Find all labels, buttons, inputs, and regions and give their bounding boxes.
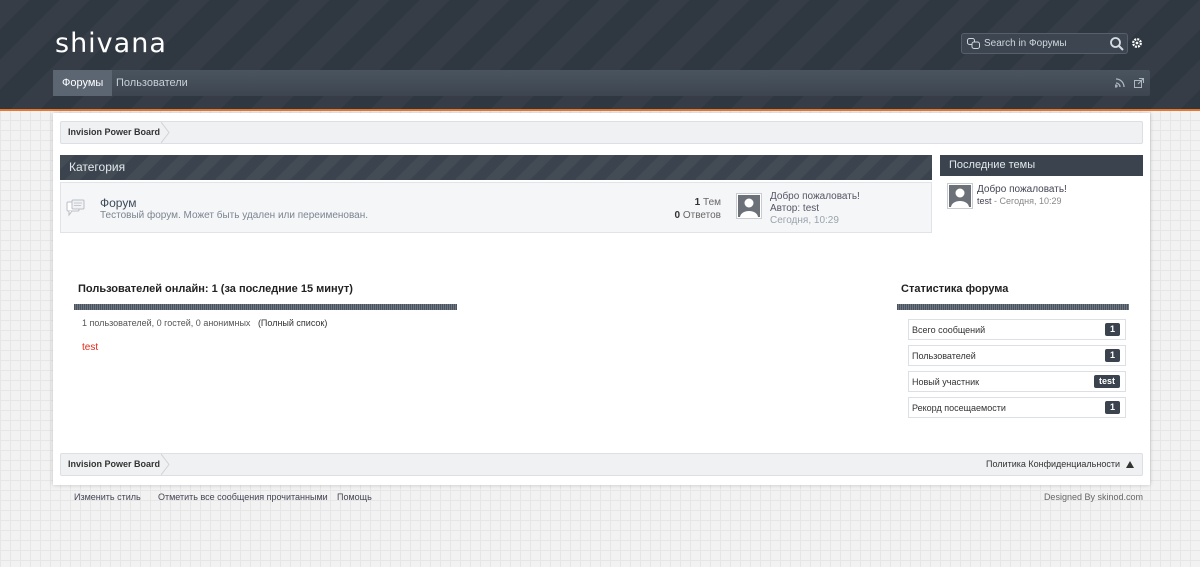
forum-row: Форум Тестовый форум. Может быть удален …: [60, 182, 932, 233]
forum-description: Тестовый форум. Может быть удален или пе…: [100, 210, 369, 221]
stat-label: Пользователей: [912, 351, 976, 361]
newest-member-link[interactable]: test: [1093, 375, 1120, 388]
breadcrumb-separator: [161, 454, 170, 475]
forum-stats-title: Статистика форума: [901, 283, 1009, 295]
category-header[interactable]: Категория: [60, 155, 932, 180]
avatar-icon: [738, 195, 760, 217]
online-counts: 1 пользователей, 0 гостей, 0 анонимных (…: [82, 318, 327, 328]
replies-count: 0: [674, 210, 681, 221]
help-link[interactable]: Помощь: [337, 492, 372, 502]
search-icon[interactable]: [1109, 36, 1125, 52]
latest-topic-avatar[interactable]: [947, 183, 973, 209]
change-style-link[interactable]: Изменить стиль: [74, 492, 141, 502]
stat-row-posts: Всего сообщений 1: [908, 319, 1126, 340]
rss-icon[interactable]: [1114, 78, 1125, 88]
tab-forums[interactable]: Форумы: [53, 70, 113, 96]
footer-breadcrumb: Invision Power Board Политика Конфиденци…: [60, 453, 1143, 476]
scope-icon[interactable]: [967, 38, 980, 49]
last-post-title[interactable]: Добро пожаловать!: [770, 191, 860, 203]
stat-value-badge: 1: [1104, 401, 1120, 414]
forum-read-icon: [66, 199, 85, 217]
last-post-info: Добро пожаловать! Автор: test Сегодня, 1…: [770, 191, 860, 227]
breadcrumb-separator: [161, 122, 170, 143]
privacy-policy-link[interactable]: Политика Конфиденциальности: [986, 454, 1120, 475]
mark-all-read-link[interactable]: Отметить все сообщения прочитанными: [158, 492, 328, 502]
latest-topic-date: - Сегодня, 10:29: [994, 196, 1062, 206]
stat-row-record: Рекорд посещаемости 1: [908, 397, 1126, 418]
breadcrumb-home[interactable]: Invision Power Board: [61, 454, 172, 475]
breadcrumb: Invision Power Board: [60, 121, 1143, 144]
last-post-avatar[interactable]: [736, 193, 762, 219]
site-logo[interactable]: shivana: [55, 28, 167, 59]
arrow-up-icon[interactable]: [1126, 461, 1134, 468]
last-post-date: Сегодня, 10:29: [770, 215, 839, 226]
full-list-link[interactable]: (Полный список): [258, 318, 327, 328]
nav-icons: [1109, 78, 1144, 91]
tab-members[interactable]: Пользователи: [107, 70, 197, 96]
stat-row-members: Пользователей 1: [908, 345, 1126, 366]
search-input[interactable]: [984, 36, 1104, 51]
stat-label: Рекорд посещаемости: [912, 403, 1006, 413]
online-user-link[interactable]: test: [82, 342, 98, 353]
replies-label: Ответов: [682, 210, 721, 221]
online-users-title: Пользователей онлайн: 1 (за последние 15…: [78, 283, 353, 295]
stat-row-newest-member: Новый участник test: [908, 371, 1126, 392]
stats-divider: [897, 304, 1129, 310]
latest-topic-author[interactable]: test: [977, 196, 992, 206]
stat-value-badge: 1: [1104, 323, 1120, 336]
latest-topics-header: Последние темы: [940, 155, 1143, 176]
last-post-author[interactable]: Автор: test: [770, 203, 860, 215]
stat-label: Всего сообщений: [912, 325, 986, 335]
external-link-icon[interactable]: [1134, 78, 1144, 88]
stat-label: Новый участник: [912, 377, 980, 387]
online-divider: [74, 304, 457, 310]
forum-title-link[interactable]: Форум: [100, 196, 136, 210]
search-box: [961, 33, 1128, 54]
online-counts-text: 1 пользователей, 0 гостей, 0 анонимных: [82, 318, 251, 328]
avatar-icon: [949, 185, 971, 207]
main-nav: Форумы Пользователи: [53, 70, 1150, 96]
gear-icon[interactable]: [1131, 37, 1143, 49]
main-content: Invision Power Board Категория Форум Тес…: [53, 113, 1150, 485]
site-header: shivana Форумы Пользователи: [0, 0, 1200, 111]
stat-value-badge: 1: [1104, 349, 1120, 362]
latest-topic-meta: test - Сегодня, 10:29: [977, 196, 1062, 206]
latest-topic-title[interactable]: Добро пожаловать!: [977, 184, 1067, 195]
breadcrumb-home[interactable]: Invision Power Board: [61, 122, 172, 143]
forum-stats: 1 Тем 0 Ответов: [675, 196, 721, 222]
topics-count: 1: [694, 197, 701, 208]
designed-by[interactable]: Designed By skinod.com: [1044, 492, 1143, 502]
topics-label: Тем: [703, 197, 721, 208]
